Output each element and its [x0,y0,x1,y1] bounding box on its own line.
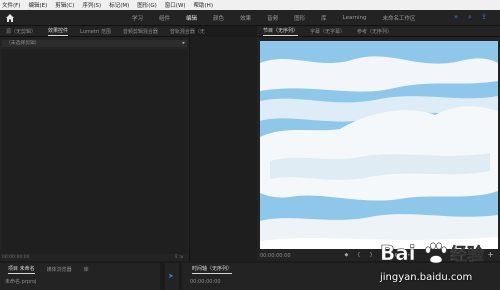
tab-reference[interactable]: 参考（无序列） [357,28,392,35]
filter-icon[interactable]: ⊽ ⇲ [175,255,184,260]
effect-controls-panel: 源（无剪辑） 效果控件 Lumetri 范围 音频剪辑混合器 音轨混合器（无 （… [0,26,205,261]
menu-graphics[interactable]: 图形(G) [137,1,157,9]
tab-captions[interactable]: 字幕（无字幕） [310,28,345,35]
svg-text:经验: 经验 [450,244,485,265]
baidu-jingyan-watermark: Bai 经验 jingyan.baidu.com [370,236,498,286]
watermark-url: jingyan.baidu.com [380,272,473,283]
effect-controls-timecode: 00:00:00:00 [2,255,30,260]
video-preview [260,41,498,249]
workspace-tab-audio[interactable]: 音频 [267,14,278,22]
search-icon[interactable]: ⌕ [466,13,474,22]
workspace-tab-learning[interactable]: Learning [343,15,367,21]
tab-project[interactable]: 项目 未命名 [8,265,35,274]
menu-sequence[interactable]: 序列(S) [82,1,101,9]
menu-bar: 文件(F) 编辑(E) 剪辑(C) 序列(S) 标记(M) 图形(G) 窗口(W… [0,0,500,10]
tab-audio-clip-mixer[interactable]: 音频剪辑混合器 [123,28,158,35]
baidu-logo: Bai 经验 [380,241,485,266]
program-monitor-panel: 节目（无序列） 字幕（无字幕） 参考（无序列） 00:00:00:00 [257,26,500,261]
marker-icon[interactable]: ◆ [344,252,348,258]
timeline-timecode: 00:00:00:00 [190,279,221,285]
workspace-tab-editing[interactable]: 编辑 [186,14,197,22]
left-panel-tabs: 源（无剪辑） 效果控件 Lumetri 范围 音频剪辑混合器 音轨混合器（无 [0,26,205,37]
project-panel: 项目 未命名 媒体浏览器 库 未命名.prproj [0,263,160,290]
workspace-tab-graphics[interactable]: 图形 [294,14,305,22]
menu-window[interactable]: 窗口(W) [165,1,186,9]
no-clip-selected-bar: （未选择剪辑） ▸ [2,40,187,47]
tab-source[interactable]: 源（无剪辑） [6,28,36,35]
tab-audio-track-mixer[interactable]: 音轨混合器（无 [170,28,205,35]
workspace-tab-color[interactable]: 颜色 [213,14,224,22]
tab-program[interactable]: 节目（无序列） [263,27,299,36]
home-icon[interactable] [5,13,15,23]
workspace-tab-assembly[interactable]: 组件 [159,14,170,22]
menu-help[interactable]: 帮助(H) [194,1,213,9]
audio-meter-area [189,37,257,261]
workspace-bar: 学习 组件 编辑 颜色 效果 音频 图形 库 Learning 未命名工作区 »… [0,10,500,26]
workspace-tab-effects[interactable]: 效果 [240,14,251,22]
effect-controls-body [2,49,187,254]
project-file-item[interactable]: 未命名.prproj [5,278,36,285]
share-icon[interactable]: ⇪ [480,13,488,22]
tab-media-browser[interactable]: 媒体浏览器 [47,266,72,273]
tools-panel: ➤ [165,263,179,290]
menu-file[interactable]: 文件(F) [2,1,20,9]
workspace-tab-custom[interactable]: 未命名工作区 [383,14,416,22]
tab-timeline[interactable]: 时间轴（无序列） [192,265,233,274]
menu-marker[interactable]: 标记(M) [109,1,129,9]
workspace-tab-learn[interactable]: 学习 [132,14,143,22]
no-clip-selected-label: （未选择剪辑） [6,41,40,46]
tab-libraries[interactable]: 库 [84,266,89,273]
menu-clip[interactable]: 剪辑(C) [55,1,74,9]
program-monitor-tabs: 节目（无序列） 字幕（无字幕） 参考（无序列） [257,26,500,37]
workspace-menu-icon[interactable]: » [452,13,460,22]
tab-effect-controls[interactable]: 效果控件 [48,27,69,36]
play-arrow-icon[interactable]: ▸ [183,40,185,47]
svg-text:Bai: Bai [380,241,416,265]
workspace-tab-library[interactable]: 库 [321,14,327,22]
tab-lumetri-scopes[interactable]: Lumetri 范围 [80,28,111,35]
in-point-icon[interactable]: { [357,252,360,258]
selection-tool-icon[interactable]: ➤ [168,272,174,280]
